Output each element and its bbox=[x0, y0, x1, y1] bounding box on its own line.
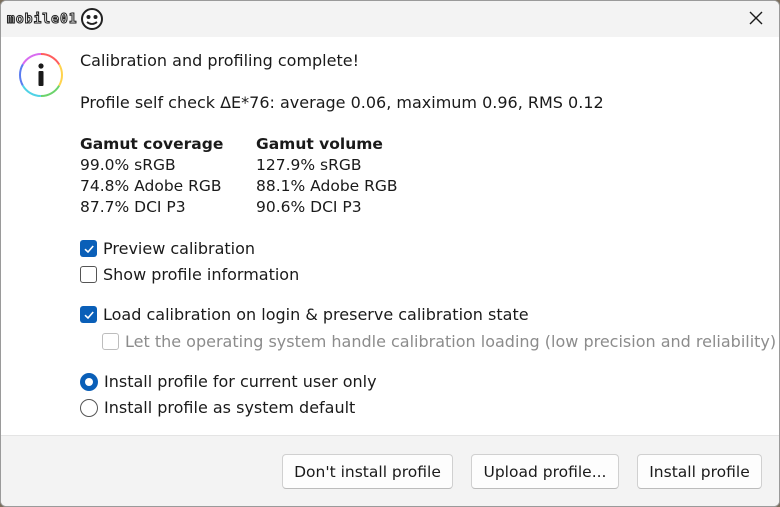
dont-install-profile-button[interactable]: Don't install profile bbox=[282, 454, 453, 489]
os-calibration-loading-checkbox[interactable]: Let the operating system handle calibrat… bbox=[102, 332, 776, 351]
radio-selected-icon bbox=[80, 372, 98, 391]
self-check-result: Profile self check ΔE*76: average 0.06, … bbox=[80, 93, 604, 112]
gamut-coverage-adobe-rgb: 74.8% Adobe RGB bbox=[80, 177, 222, 195]
install-current-user-label: Install profile for current user only bbox=[104, 372, 377, 391]
gamut-coverage-heading: Gamut coverage bbox=[80, 135, 224, 153]
preview-calibration-label: Preview calibration bbox=[103, 239, 256, 258]
info-icon bbox=[19, 53, 63, 97]
preview-calibration-checkbox[interactable]: Preview calibration bbox=[80, 239, 255, 258]
completion-title: Calibration and profiling complete! bbox=[80, 51, 359, 70]
button-bar: Don't install profile Upload profile... … bbox=[1, 435, 779, 506]
dialog-content: Calibration and profiling complete! Prof… bbox=[1, 37, 779, 435]
logo-text: mobile01 bbox=[7, 11, 78, 27]
install-system-default-radio[interactable]: Install profile as system default bbox=[80, 398, 355, 417]
title-bar: mobile01 bbox=[1, 1, 779, 37]
load-calibration-label: Load calibration on login & preserve cal… bbox=[103, 305, 529, 324]
show-profile-info-label: Show profile information bbox=[103, 265, 300, 284]
gamut-volume: Gamut volume 127.9% sRGB 88.1% Adobe RGB… bbox=[256, 134, 398, 218]
gamut-volume-adobe-rgb: 88.1% Adobe RGB bbox=[256, 177, 398, 195]
calibration-complete-dialog: mobile01 Calibration and profiling compl… bbox=[0, 0, 780, 507]
gamut-coverage-srgb: 99.0% sRGB bbox=[80, 156, 176, 174]
checkbox-disabled-icon bbox=[102, 333, 119, 350]
mobile01-logo: mobile01 bbox=[7, 6, 147, 32]
checkbox-unchecked-icon bbox=[80, 266, 97, 283]
install-current-user-radio[interactable]: Install profile for current user only bbox=[80, 372, 377, 391]
gamut-volume-dci-p3: 90.6% DCI P3 bbox=[256, 198, 362, 216]
os-calibration-loading-label: Let the operating system handle calibrat… bbox=[125, 332, 777, 351]
checkbox-checked-icon bbox=[80, 240, 97, 257]
install-system-default-label: Install profile as system default bbox=[104, 398, 356, 417]
install-profile-button[interactable]: Install profile bbox=[637, 454, 762, 489]
gamut-coverage: Gamut coverage 99.0% sRGB 74.8% Adobe RG… bbox=[80, 134, 223, 218]
checkbox-checked-icon bbox=[80, 306, 97, 323]
load-calibration-checkbox[interactable]: Load calibration on login & preserve cal… bbox=[80, 305, 529, 324]
radio-unselected-icon bbox=[80, 398, 98, 417]
close-icon bbox=[749, 11, 763, 25]
gamut-coverage-dci-p3: 87.7% DCI P3 bbox=[80, 198, 186, 216]
close-button[interactable] bbox=[733, 1, 779, 35]
gamut-volume-heading: Gamut volume bbox=[256, 135, 383, 153]
upload-profile-button[interactable]: Upload profile... bbox=[471, 454, 619, 489]
logo-face-icon bbox=[80, 8, 103, 30]
show-profile-info-checkbox[interactable]: Show profile information bbox=[80, 265, 299, 284]
gamut-volume-srgb: 127.9% sRGB bbox=[256, 156, 362, 174]
